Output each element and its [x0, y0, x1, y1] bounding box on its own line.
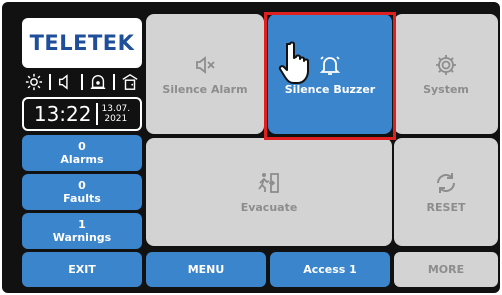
- faults-label: Faults: [63, 192, 101, 205]
- evacuate-label: Evacuate: [240, 200, 298, 214]
- faults-count: 0: [78, 179, 86, 192]
- clock-time: 13:22: [33, 102, 92, 126]
- sun-icon: [25, 73, 43, 91]
- warnings-button[interactable]: 1 Warnings: [22, 213, 142, 249]
- evacuate-button[interactable]: Evacuate: [146, 138, 392, 246]
- menu-button[interactable]: MENU: [146, 252, 266, 287]
- alarms-button[interactable]: 0 Alarms: [22, 135, 142, 171]
- clock-date-day: 13.07.: [101, 104, 131, 114]
- exit-button[interactable]: EXIT: [22, 252, 142, 287]
- more-button[interactable]: MORE: [394, 252, 498, 287]
- speaker-mute-icon: [196, 55, 215, 74]
- alarms-count: 0: [78, 140, 86, 153]
- separator: [95, 103, 98, 125]
- volume-icon: [58, 74, 68, 90]
- gear-icon: [436, 54, 456, 75]
- warnings-count: 1: [78, 218, 86, 231]
- exit-running-man-icon: [258, 172, 279, 193]
- warnings-label: Warnings: [52, 231, 112, 244]
- silence-alarm-button[interactable]: Silence Alarm: [146, 14, 264, 134]
- bell-icon: [319, 55, 341, 75]
- system-button[interactable]: System: [394, 14, 498, 134]
- clock-date: 13.07. 2021: [102, 104, 131, 124]
- system-label: System: [423, 82, 469, 96]
- separator: [49, 74, 51, 90]
- teletek-logo: TELETEK: [22, 18, 142, 68]
- panel-screen: TELETEK 13:22 13.07. 2021 0 Alarms 0 Fau…: [2, 2, 500, 293]
- door-icon: [122, 73, 138, 90]
- access-level-button[interactable]: Access 1: [270, 252, 390, 287]
- separator: [81, 74, 83, 90]
- hand-pointer-icon: [278, 41, 309, 84]
- reset-label: RESET: [426, 200, 466, 214]
- clock-display: 13:22 13.07. 2021: [22, 97, 142, 131]
- silence-alarm-label: Silence Alarm: [162, 82, 248, 96]
- clock-date-year: 2021: [104, 114, 128, 124]
- status-bar: [22, 70, 142, 94]
- refresh-icon: [437, 172, 455, 193]
- alarm-bell-icon: [90, 75, 106, 90]
- reset-button[interactable]: RESET: [394, 138, 498, 246]
- separator: [113, 74, 115, 90]
- faults-button[interactable]: 0 Faults: [22, 174, 142, 210]
- alarms-label: Alarms: [60, 153, 104, 166]
